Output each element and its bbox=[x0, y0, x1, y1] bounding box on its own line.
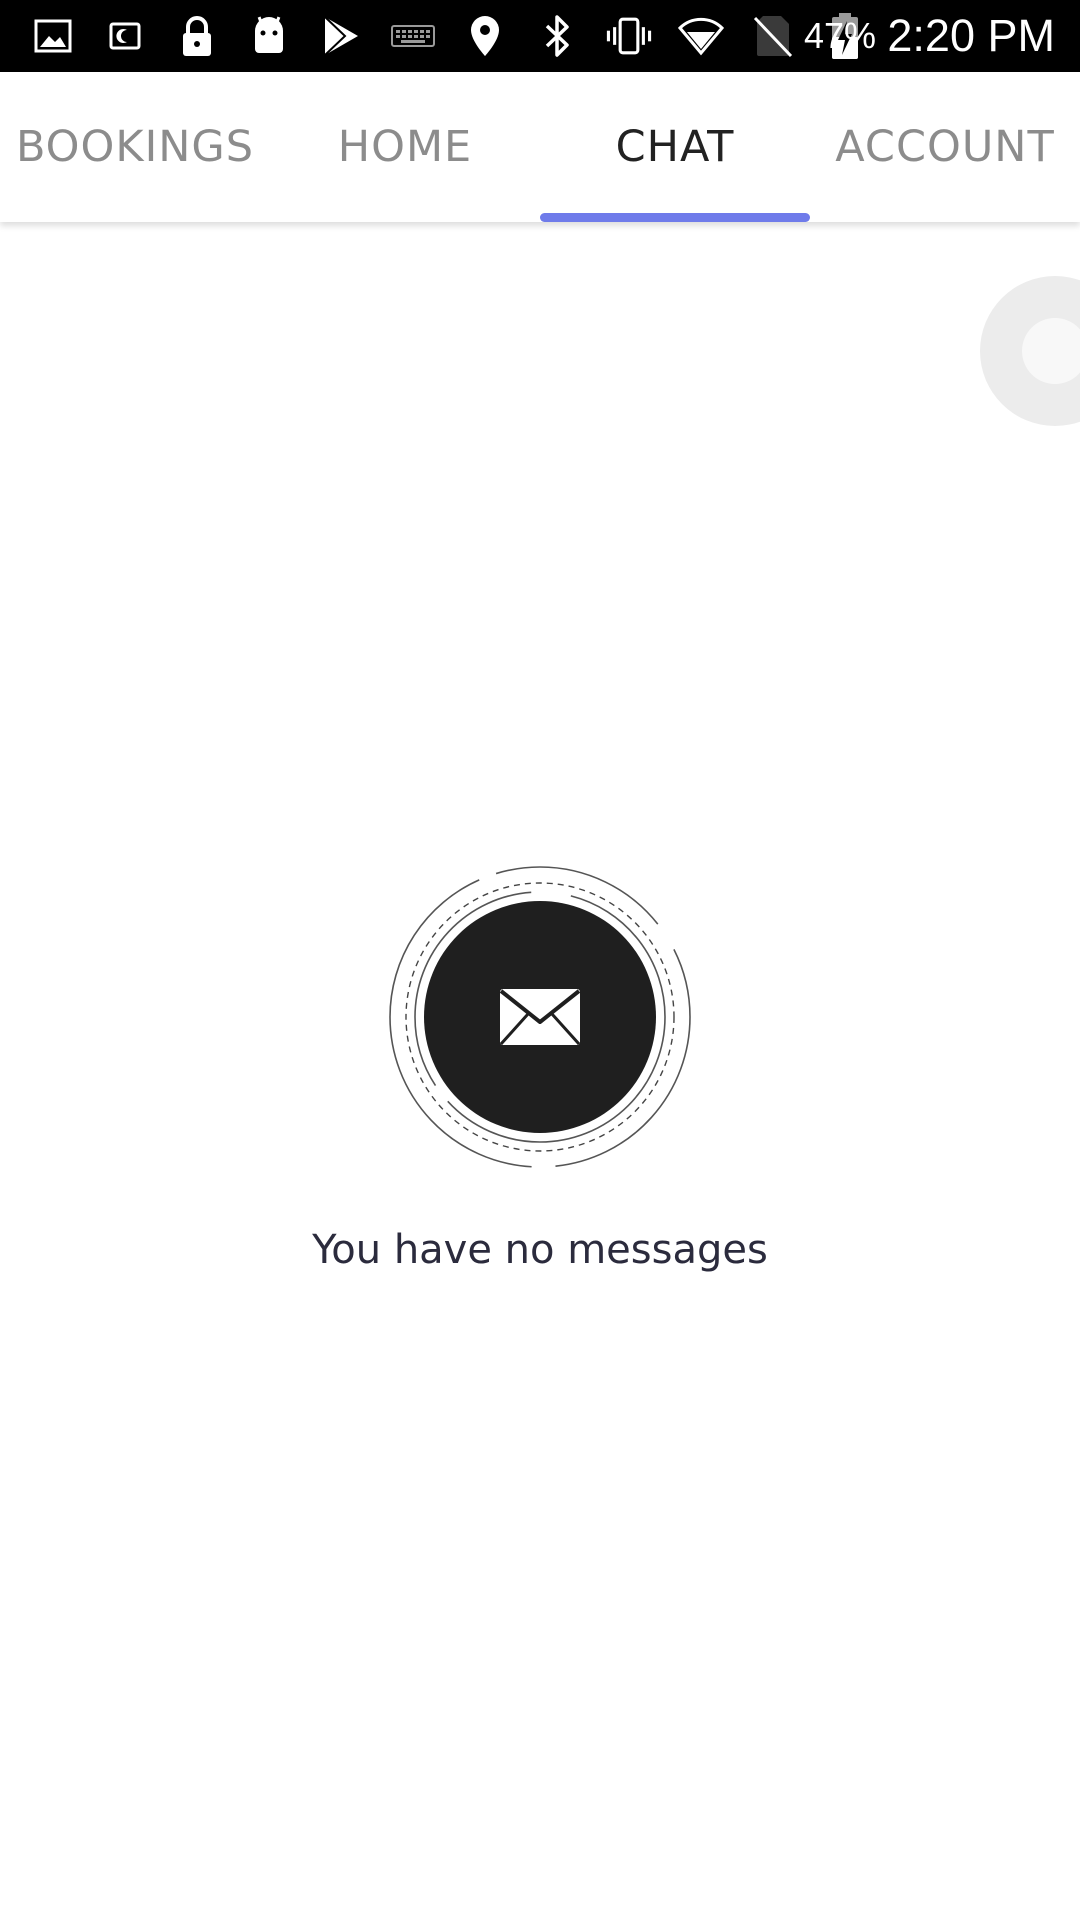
tab-bookings[interactable]: BOOKINGS bbox=[0, 72, 270, 222]
no-sim-icon bbox=[750, 10, 796, 62]
gallery-icon bbox=[30, 10, 76, 62]
vibrate-icon bbox=[606, 10, 652, 62]
envelope-icon bbox=[385, 862, 695, 1172]
battery-percent: 47% bbox=[804, 15, 877, 56]
empty-state-message: You have no messages bbox=[312, 1227, 768, 1273]
chat-screen: 47% 2:20 PM BOOKINGS HOME CHAT ACCOUNT Y… bbox=[0, 0, 1080, 1920]
status-bar: 47% 2:20 PM bbox=[0, 0, 1080, 72]
tab-home[interactable]: HOME bbox=[270, 72, 540, 222]
floating-button-inner-circle bbox=[1022, 318, 1080, 384]
tab-account[interactable]: ACCOUNT bbox=[810, 72, 1080, 222]
status-clock: 2:20 PM bbox=[887, 10, 1055, 61]
wifi-icon bbox=[678, 10, 724, 62]
android-icon bbox=[246, 10, 292, 62]
lock-icon bbox=[174, 10, 220, 62]
floating-action-button[interactable] bbox=[980, 276, 1080, 426]
bluetooth-icon bbox=[534, 10, 580, 62]
status-icons bbox=[30, 10, 868, 62]
keyboard-icon bbox=[390, 10, 436, 62]
location-icon bbox=[462, 10, 508, 62]
screen-icon bbox=[102, 10, 148, 62]
play-store-icon bbox=[318, 10, 364, 62]
tab-chat[interactable]: CHAT bbox=[540, 72, 810, 222]
tab-bar: BOOKINGS HOME CHAT ACCOUNT bbox=[0, 72, 1080, 222]
active-tab-indicator bbox=[540, 213, 810, 222]
